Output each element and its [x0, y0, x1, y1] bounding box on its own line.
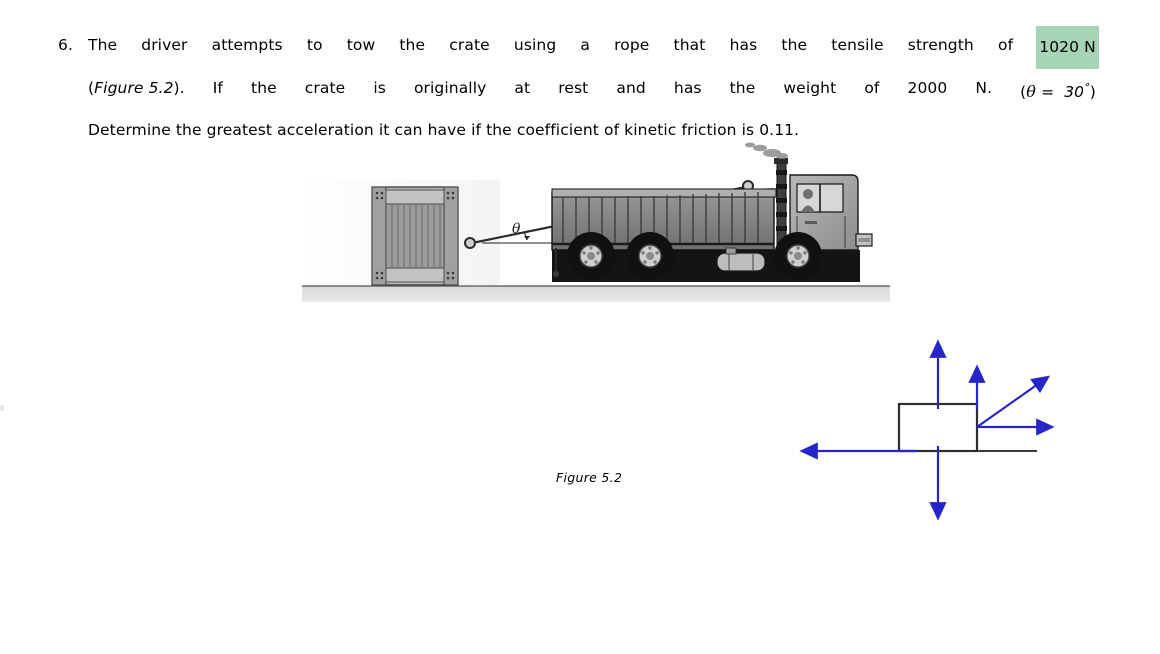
w-at: at	[514, 79, 531, 97]
problem-text-body: The driver attempts to tow the crate usi…	[88, 26, 1108, 149]
figure-reference-group: (Figure 5.2).	[88, 69, 185, 111]
angle-expression: (θ = 30°)	[1020, 69, 1096, 111]
w-is: is	[373, 79, 386, 97]
w-newton: N.	[975, 79, 993, 97]
w-of: of	[997, 36, 1014, 54]
problem-line-1: The driver attempts to tow the crate usi…	[88, 26, 1108, 69]
w-2000: 2000	[907, 79, 948, 97]
w-the5: the	[729, 79, 756, 97]
w-the3: the	[781, 36, 808, 54]
wheel-rear-2	[626, 232, 674, 280]
line-1-justified: The driver attempts to tow the crate usi…	[88, 26, 1099, 69]
w-has2: has	[673, 79, 702, 97]
w-tow: tow	[346, 36, 376, 54]
problem-line-2: (Figure 5.2). If the crate is originally…	[88, 69, 1108, 111]
angle-label-theta: θ	[512, 221, 521, 237]
w-of2: of	[864, 79, 880, 97]
crate	[371, 186, 459, 286]
w-if: If	[212, 79, 223, 97]
line-2-justified: (Figure 5.2). If the crate is originally…	[88, 69, 1096, 111]
equals-sign: =	[1041, 83, 1055, 101]
fbd-crate-box	[897, 402, 979, 453]
problem-statement: 6. The driver attempts to tow the crate …	[58, 26, 1108, 149]
w-the2: the	[399, 36, 426, 54]
page-canvas: 6. The driver attempts to tow the crate …	[0, 0, 1160, 654]
w-originally: originally	[413, 79, 487, 97]
theta-symbol: θ	[1026, 82, 1037, 101]
w-rope: rope	[614, 36, 650, 54]
edge-artifact	[0, 405, 4, 411]
w-has: has	[729, 36, 758, 54]
w-crate2: crate	[304, 79, 346, 97]
figure-reference: Figure 5.2	[94, 79, 174, 97]
w-rest: rest	[558, 79, 589, 97]
truck	[551, 142, 873, 282]
highlighted-tensile-strength: 1020 N	[1036, 26, 1099, 69]
tension-arrow	[976, 375, 1051, 428]
w-to: to	[306, 36, 323, 54]
problem-number: 6.	[58, 36, 73, 54]
exhaust-smoke	[745, 142, 788, 159]
paren-close: ).	[173, 79, 185, 97]
w-using: using	[513, 36, 557, 54]
wheel-front	[774, 232, 822, 280]
w-strength: strength	[907, 36, 974, 54]
w-that: that	[673, 36, 706, 54]
ground	[302, 285, 890, 302]
w-and: and	[616, 79, 646, 97]
w-the: The	[88, 36, 118, 54]
problem-line-1-row: 6. The driver attempts to tow the crate …	[58, 26, 1108, 149]
w-a: a	[580, 36, 590, 54]
w-tensile: tensile	[831, 36, 884, 54]
w-driver: driver	[141, 36, 188, 54]
w-crate: crate	[449, 36, 490, 54]
fbd-svg	[799, 339, 1055, 521]
w-the4: the	[251, 79, 277, 97]
w-weight: weight	[783, 79, 837, 97]
figure-caption: Figure 5.2	[556, 470, 623, 485]
free-body-diagram	[780, 325, 1080, 540]
paren-close-2: )	[1089, 83, 1096, 101]
wheel-rear-1	[567, 232, 615, 280]
w-attempts: attempts	[211, 36, 283, 54]
